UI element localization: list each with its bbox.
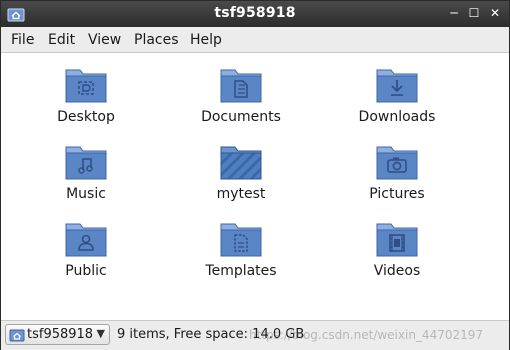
watermark: https://blog.csdn.net/weixin_44702197 (249, 328, 484, 342)
maximize-button[interactable]: ☐ (467, 6, 481, 20)
file-manager-window: tsf958918 ─ ☐ ✕ File Edit View Places He… (0, 0, 510, 350)
folder-label: mytest (216, 186, 266, 202)
folder-label: Downloads (358, 109, 436, 125)
folder-label: Desktop (57, 109, 115, 125)
menu-file[interactable]: File (11, 32, 34, 48)
chevron-down-icon: ▼ (96, 327, 105, 340)
music-folder-icon (65, 146, 107, 180)
window-title: tsf958918 (214, 5, 296, 21)
public-folder-icon (65, 223, 107, 257)
statusbar: tsf958918 ▼ 9 items, Free space: 14.0 GB… (1, 320, 509, 350)
desktop-folder-icon (65, 69, 107, 103)
home-folder-icon (9, 329, 25, 342)
videos-folder-icon (376, 223, 418, 257)
folder-music[interactable]: Music (26, 142, 146, 202)
folder-label: Videos (373, 263, 421, 279)
folder-label: Documents (201, 109, 281, 125)
menu-view[interactable]: View (88, 32, 121, 48)
folder-label: Music (66, 186, 106, 202)
minimize-button[interactable]: ─ (447, 6, 461, 20)
menu-places[interactable]: Places (134, 32, 179, 48)
folder-label: Templates (205, 263, 277, 279)
downloads-folder-icon (376, 69, 418, 103)
pictures-folder-icon (376, 146, 418, 180)
menu-edit[interactable]: Edit (48, 32, 75, 48)
menubar: File Edit View Places Help (1, 27, 509, 53)
folder-desktop[interactable]: Desktop (26, 65, 146, 125)
location-label: tsf958918 (27, 327, 94, 342)
documents-folder-icon (220, 69, 262, 103)
file-view: Desktop Documents Downloads Music mytest… (1, 53, 509, 320)
location-dropdown[interactable]: tsf958918 ▼ (5, 324, 110, 345)
folder-templates[interactable]: Templates (181, 219, 301, 279)
folder-label: Public (65, 263, 107, 279)
menu-help[interactable]: Help (190, 32, 222, 48)
folder-videos[interactable]: Videos (337, 219, 457, 279)
generic-folder-icon (220, 146, 262, 180)
close-button[interactable]: ✕ (488, 6, 502, 20)
folder-downloads[interactable]: Downloads (337, 65, 457, 125)
folder-mytest[interactable]: mytest (181, 142, 301, 202)
templates-folder-icon (220, 223, 262, 257)
folder-public[interactable]: Public (26, 219, 146, 279)
titlebar[interactable]: tsf958918 ─ ☐ ✕ (1, 1, 509, 27)
folder-documents[interactable]: Documents (181, 65, 301, 125)
folder-label: Pictures (369, 186, 425, 202)
folder-pictures[interactable]: Pictures (337, 142, 457, 202)
